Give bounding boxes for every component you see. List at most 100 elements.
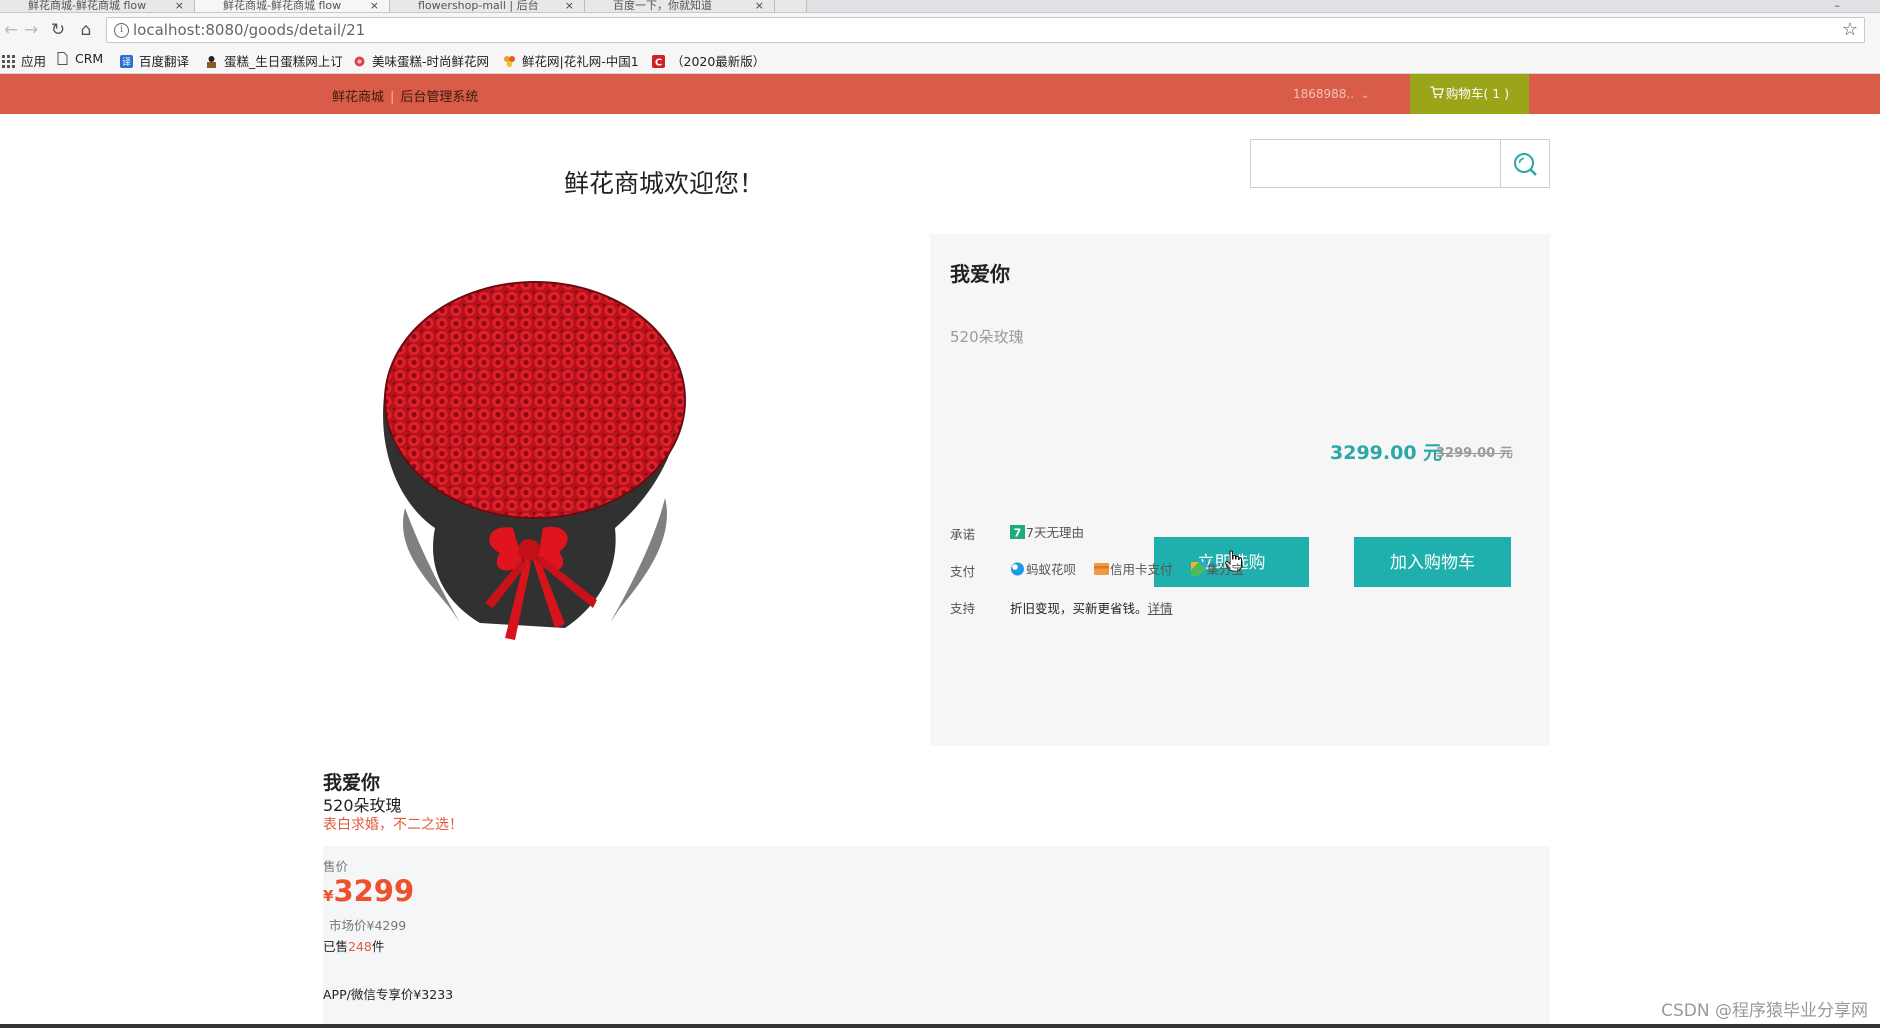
- close-icon[interactable]: ×: [370, 0, 379, 12]
- support-label: 支持: [950, 601, 976, 616]
- payment-huabei[interactable]: 蚂蚁花呗: [1010, 562, 1076, 577]
- sold-number: 248: [348, 939, 372, 954]
- sale-price-label: 售价: [323, 859, 349, 874]
- summary-product-name: 我爱你: [323, 772, 381, 794]
- close-icon[interactable]: ×: [755, 0, 764, 12]
- bookmark-label: 应用: [21, 54, 47, 69]
- support-text: 折旧变现，买新更省钱。: [1010, 601, 1148, 616]
- svg-text:7: 7: [1014, 527, 1022, 540]
- bookmark-star-icon[interactable]: ☆: [1842, 19, 1858, 40]
- browser-tab-3[interactable]: flowershop-mall | 后台 ×: [390, 0, 585, 12]
- shop-home-link[interactable]: 鲜花商城: [332, 90, 384, 105]
- user-name: 1868988..: [1293, 87, 1355, 101]
- payment-item-label: 信用卡支付: [1110, 562, 1173, 577]
- close-icon[interactable]: ×: [565, 0, 574, 12]
- bookmark-label: 鲜花网|花礼网-中国1: [522, 54, 639, 69]
- bookmark-label: （2020最新版）: [671, 54, 766, 69]
- price-block: 售价 ¥3299 市场价¥4299 已售248件 APP/微信专享价¥3233: [323, 846, 1550, 1028]
- svg-text:译: 译: [122, 57, 131, 68]
- page-icon: [57, 52, 68, 65]
- tab-title: 鲜花商城-鲜花商城 flow: [223, 0, 342, 12]
- topbar-links: 鲜花商城 | 后台管理系统: [332, 86, 478, 105]
- huabei-icon: [1011, 562, 1024, 576]
- close-icon[interactable]: ×: [175, 0, 184, 12]
- taskbar-edge: [0, 1024, 1880, 1028]
- bookmark-crm[interactable]: CRM: [56, 51, 103, 66]
- add-to-cart-button[interactable]: 加入购物车: [1354, 537, 1511, 587]
- bookmark-label: 百度翻译: [139, 54, 190, 69]
- sold-count: 已售248件: [323, 936, 384, 955]
- app-exclusive-price: APP/微信专享价¥3233: [323, 987, 454, 1002]
- bookmark-flower-cake[interactable]: 美味蛋糕-时尚鲜花网: [353, 51, 489, 70]
- apps-grid-icon: [2, 55, 15, 68]
- window-minimize-icon[interactable]: –: [1835, 0, 1841, 12]
- product-info-panel: 我爱你 520朵玫瑰 3299.00 元 3299.00 元 立即选购 加入购物…: [930, 234, 1550, 746]
- bookmark-apps[interactable]: 应用: [2, 51, 46, 70]
- jifenbao-icon: [1190, 562, 1206, 576]
- watermark: CSDN @程序猿毕业分享网: [1661, 1001, 1868, 1021]
- search-input[interactable]: [1250, 139, 1501, 188]
- product-description: 520朵玫瑰: [950, 328, 1024, 346]
- translate-icon: 译: [120, 55, 133, 68]
- bookmark-flower-gift[interactable]: 鲜花网|花礼网-中国1: [503, 51, 639, 70]
- chevron-down-icon: ⌄: [1360, 90, 1370, 101]
- currency-symbol: ¥: [323, 887, 334, 905]
- seven-day-return-icon: 7: [1010, 525, 1025, 539]
- product-name: 我爱你: [950, 262, 1010, 286]
- market-price: 市场价¥4299: [329, 918, 407, 933]
- browser-tab-2[interactable]: 鲜花商城-鲜花商城 flow ×: [195, 0, 390, 12]
- user-menu[interactable]: 1868988.. ⌄: [1293, 87, 1369, 101]
- promise-text: 7天无理由: [1026, 525, 1084, 540]
- bookmark-baidu-translate[interactable]: 译百度翻译: [120, 51, 189, 70]
- bookmark-cake[interactable]: 蛋糕_生日蛋糕网上订: [205, 51, 343, 70]
- promise-label: 承诺: [950, 527, 976, 542]
- payment-jifenbao[interactable]: 集分宝: [1190, 562, 1245, 577]
- tab-title: flowershop-mall | 后台: [418, 0, 539, 12]
- back-arrow-icon[interactable]: ←: [0, 19, 22, 41]
- search-button[interactable]: [1500, 139, 1550, 188]
- payment-methods: 蚂蚁花呗 信用卡支付 集分宝: [1010, 559, 1244, 578]
- new-tab-button[interactable]: [775, 0, 807, 12]
- bookmark-label: 蛋糕_生日蛋糕网上订: [224, 54, 343, 69]
- tab-title: 鲜花商城-鲜花商城 flow: [28, 0, 147, 12]
- payment-item-label: 集分宝: [1206, 562, 1245, 577]
- address-bar: ← → ↻ ⌂ i localhost:8080/goods/detail/21…: [0, 13, 1880, 47]
- support-detail-link[interactable]: 详情: [1148, 601, 1173, 616]
- product-image: [383, 281, 686, 640]
- sold-suffix: 件: [371, 939, 385, 954]
- home-icon[interactable]: ⌂: [75, 19, 97, 41]
- browser-tabstrip: 鲜花商城-鲜花商城 flow × 鲜花商城-鲜花商城 flow × flowersh…: [0, 0, 1880, 13]
- bookmarks-bar: 应用 CRM 译百度翻译 蛋糕_生日蛋糕网上订 美味蛋糕-时尚鲜花网 鲜花网|花…: [0, 47, 1880, 74]
- summary-promo: 表白求婚，不二之选！: [323, 817, 463, 833]
- reload-icon[interactable]: ↻: [47, 19, 69, 41]
- payment-credit-card[interactable]: 信用卡支付: [1094, 562, 1173, 577]
- bookmark-label: 美味蛋糕-时尚鲜花网: [372, 54, 490, 69]
- credit-card-icon: [1094, 563, 1109, 575]
- admin-link[interactable]: 后台管理系统: [400, 90, 478, 105]
- flower-icon: [504, 56, 515, 67]
- promise-value: 7 7天无理由: [1010, 522, 1084, 541]
- cart-label: 购物车( 1 ): [1445, 86, 1510, 101]
- browser-tab-4[interactable]: 百度一下，你就知道 ×: [585, 0, 775, 12]
- price-amount: 3299: [333, 874, 415, 908]
- search-icon: [1514, 153, 1537, 176]
- sale-price: ¥3299: [323, 874, 414, 908]
- info-icon[interactable]: i: [114, 23, 129, 38]
- c-logo-icon: C: [652, 55, 665, 68]
- browser-tab-1[interactable]: 鲜花商城-鲜花商城 flow ×: [0, 0, 195, 12]
- tab-title: 百度一下，你就知道: [613, 0, 712, 12]
- bookmark-2020[interactable]: C （2020最新版）: [652, 51, 765, 70]
- support-value: 折旧变现，买新更省钱。详情: [1010, 598, 1173, 617]
- cart-icon: [1430, 86, 1444, 99]
- product-price: 3299.00 元: [1330, 442, 1443, 464]
- summary-product-desc: 520朵玫瑰: [323, 796, 402, 815]
- url-field[interactable]: i localhost:8080/goods/detail/21 ☆: [106, 17, 1865, 43]
- cart-button[interactable]: 购物车( 1 ): [1410, 74, 1529, 114]
- svg-text:C: C: [655, 58, 662, 69]
- welcome-title: 鲜花商城欢迎您！: [564, 169, 765, 198]
- topbar-separator: |: [390, 90, 395, 105]
- payment-item-label: 蚂蚁花呗: [1026, 562, 1077, 577]
- payment-label: 支付: [950, 564, 976, 579]
- forward-arrow-icon[interactable]: →: [20, 19, 42, 41]
- flower-icon: [354, 56, 365, 67]
